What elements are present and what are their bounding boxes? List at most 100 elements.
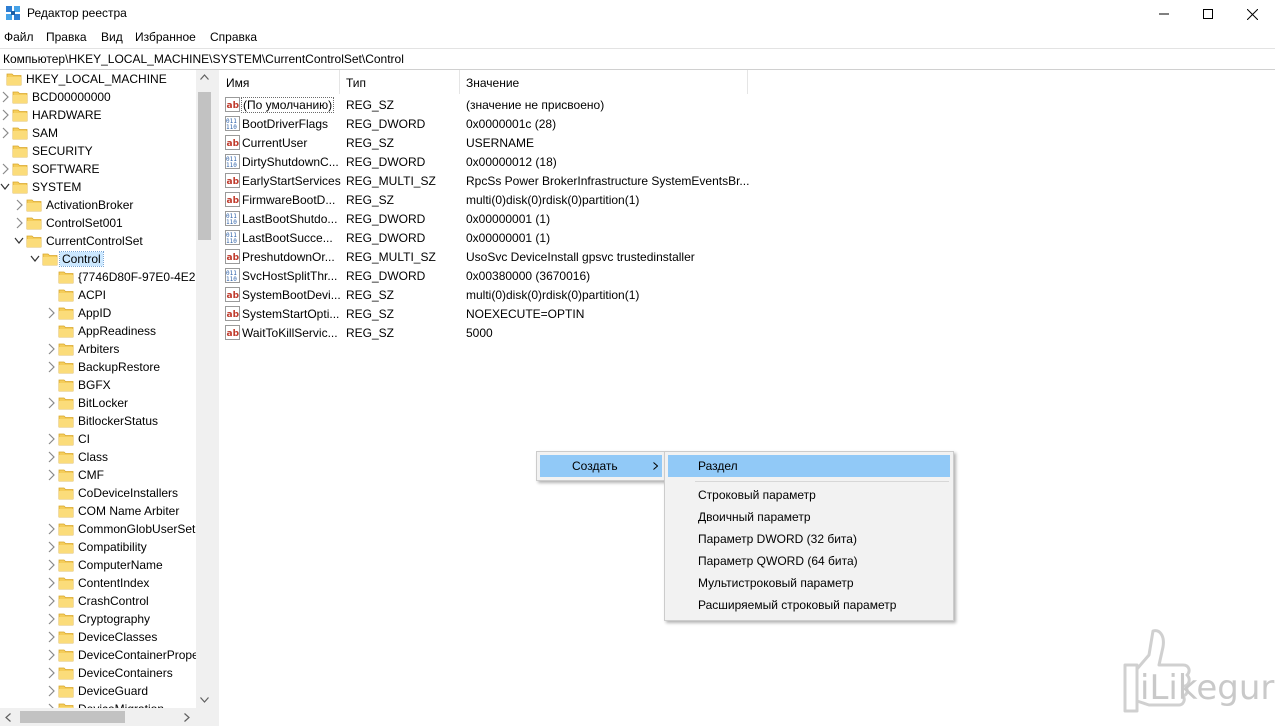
tree-item[interactable]: BitlockerStatus — [0, 412, 196, 430]
key-tree[interactable]: HKEY_LOCAL_MACHINE BCD00000000 HARDWARE SAM… — [0, 70, 213, 726]
chevron-down-icon[interactable] — [0, 181, 10, 193]
tree-item[interactable]: Class — [0, 448, 196, 466]
tree-item[interactable]: ActivationBroker — [0, 196, 196, 214]
tree-horizontal-scrollbar[interactable] — [0, 708, 213, 726]
chevron-right-icon[interactable] — [46, 361, 56, 373]
tree-item[interactable]: HKEY_LOCAL_MACHINE — [0, 70, 196, 88]
chevron-down-icon[interactable] — [14, 235, 24, 247]
chevron-right-icon[interactable] — [46, 649, 56, 661]
scroll-down-icon[interactable] — [200, 697, 209, 703]
tree-item[interactable]: CurrentControlSet — [0, 232, 196, 250]
tree-item[interactable]: SAM — [0, 124, 196, 142]
chevron-right-icon[interactable] — [0, 127, 10, 139]
submenu-item-multistring[interactable]: Мультистроковый параметр — [668, 572, 950, 594]
chevron-right-icon[interactable] — [14, 199, 24, 211]
list-row[interactable]: ab FirmwareBootD... REG_SZ multi(0)disk(0)r… — [219, 190, 1275, 209]
chevron-right-icon[interactable] — [46, 613, 56, 625]
tree-item[interactable]: BCD00000000 — [0, 88, 196, 106]
menu-view[interactable]: Вид — [101, 30, 123, 44]
chevron-right-icon[interactable] — [46, 307, 56, 319]
list-row[interactable]: ab SystemBootDevi... REG_SZ multi(0)disk(0)… — [219, 285, 1275, 304]
scroll-left-icon[interactable] — [5, 713, 11, 722]
tree-hscroll-thumb[interactable] — [20, 711, 125, 723]
chevron-right-icon[interactable] — [46, 343, 56, 355]
list-row[interactable]: ab EarlyStartServices REG_MULTI_SZ RpcSs Po… — [219, 171, 1275, 190]
tree-item[interactable]: HARDWARE — [0, 106, 196, 124]
chevron-right-icon[interactable] — [46, 577, 56, 589]
tree-item[interactable]: BackupRestore — [0, 358, 196, 376]
submenu-item-qword[interactable]: Параметр QWORD (64 бита) — [668, 550, 950, 572]
chevron-right-icon[interactable] — [46, 667, 56, 679]
minimize-button[interactable] — [1141, 0, 1187, 28]
tree-item[interactable]: ControlSet001 — [0, 214, 196, 232]
submenu-item-binary[interactable]: Двоичный параметр — [668, 506, 950, 528]
list-row[interactable]: 011 110 BootDriverFlags REG_DWORD 0x0000001c… — [219, 114, 1275, 133]
menu-favorites[interactable]: Избранное — [135, 30, 196, 44]
tree-vertical-scrollbar[interactable] — [196, 70, 213, 708]
tree-item[interactable]: DeviceContainerPrope — [0, 646, 199, 664]
scroll-up-icon[interactable] — [200, 74, 209, 80]
tree-item[interactable]: BGFX — [0, 376, 196, 394]
chevron-right-icon[interactable] — [0, 91, 10, 103]
tree-item[interactable]: ContentIndex — [0, 574, 196, 592]
tree-item[interactable]: SYSTEM — [0, 178, 196, 196]
menu-help[interactable]: Справка — [210, 30, 257, 44]
list-row[interactable]: 011 110 DirtyShutdownC... REG_DWORD 0x000000… — [219, 152, 1275, 171]
chevron-right-icon[interactable] — [46, 595, 56, 607]
tree-scroll-thumb[interactable] — [198, 92, 211, 240]
list-row[interactable]: 011 110 SvcHostSplitThr... REG_DWORD 0x00380… — [219, 266, 1275, 285]
list-row[interactable]: 011 110 LastBootSucce... REG_DWORD 0x0000000… — [219, 228, 1275, 247]
address-bar[interactable]: Компьютер\HKEY_LOCAL_MACHINE\SYSTEM\Curr… — [0, 48, 1275, 70]
column-type[interactable]: Тип — [346, 76, 366, 90]
chevron-down-icon[interactable] — [30, 253, 40, 265]
tree-item[interactable]: Cryptography — [0, 610, 196, 628]
chevron-right-icon[interactable] — [46, 685, 56, 697]
tree-item[interactable]: Control — [0, 250, 196, 268]
tree-item[interactable]: Compatibility — [0, 538, 196, 556]
chevron-right-icon[interactable] — [46, 469, 56, 481]
chevron-right-icon[interactable] — [46, 523, 56, 535]
tree-item[interactable]: DeviceContainers — [0, 664, 196, 682]
tree-item[interactable]: {7746D80F-97E0-4E26- — [0, 268, 206, 286]
list-row[interactable]: 011 110 LastBootShutdo... REG_DWORD 0x000000… — [219, 209, 1275, 228]
column-divider[interactable] — [339, 70, 340, 94]
list-row[interactable]: ab WaitToKillServic... REG_SZ 5000 — [219, 323, 1275, 342]
column-value[interactable]: Значение — [466, 76, 519, 90]
menu-file[interactable]: Файл — [4, 30, 34, 44]
list-row[interactable]: ab PreshutdownOr... REG_MULTI_SZ UsoSvc Dev… — [219, 247, 1275, 266]
chevron-right-icon[interactable] — [46, 433, 56, 445]
submenu-item-string[interactable]: Строковый параметр — [668, 484, 950, 506]
submenu-item-key[interactable]: Раздел — [668, 455, 950, 477]
tree-item[interactable]: DeviceGuard — [0, 682, 196, 700]
address-path[interactable]: Компьютер\HKEY_LOCAL_MACHINE\SYSTEM\Curr… — [3, 52, 404, 66]
chevron-right-icon[interactable] — [46, 397, 56, 409]
maximize-button[interactable] — [1185, 0, 1231, 28]
tree-item[interactable]: AppID — [0, 304, 196, 322]
tree-item[interactable]: CI — [0, 430, 196, 448]
list-row[interactable]: ab SystemStartOpti... REG_SZ NOEXECUTE=OPT… — [219, 304, 1275, 323]
list-row[interactable]: ab (По умолчанию) REG_SZ (значение не присв… — [219, 95, 1275, 114]
tree-item[interactable]: ACPI — [0, 286, 196, 304]
tree-item[interactable]: DeviceClasses — [0, 628, 196, 646]
tree-item[interactable]: ComputerName — [0, 556, 196, 574]
tree-item[interactable]: BitLocker — [0, 394, 196, 412]
tree-item[interactable]: CrashControl — [0, 592, 196, 610]
chevron-right-icon[interactable] — [46, 451, 56, 463]
chevron-right-icon[interactable] — [46, 631, 56, 643]
column-name[interactable]: Имя — [226, 76, 249, 90]
tree-item[interactable]: COM Name Arbiter — [0, 502, 196, 520]
tree-item[interactable]: CoDeviceInstallers — [0, 484, 196, 502]
close-button[interactable] — [1229, 0, 1275, 28]
column-divider[interactable] — [459, 70, 460, 94]
list-row[interactable]: ab CurrentUser REG_SZ USERNAME — [219, 133, 1275, 152]
chevron-right-icon[interactable] — [46, 541, 56, 553]
chevron-right-icon[interactable] — [0, 109, 10, 121]
tree-item[interactable]: SOFTWARE — [0, 160, 196, 178]
column-divider[interactable] — [747, 70, 748, 94]
tree-item[interactable]: CommonGlobUserSet — [0, 520, 196, 538]
tree-item[interactable]: CMF — [0, 466, 196, 484]
submenu-item-dword[interactable]: Параметр DWORD (32 бита) — [668, 528, 950, 550]
tree-item[interactable]: Arbiters — [0, 340, 196, 358]
submenu-item-expandstring[interactable]: Расширяемый строковый параметр — [668, 594, 950, 616]
chevron-right-icon[interactable] — [0, 163, 10, 175]
